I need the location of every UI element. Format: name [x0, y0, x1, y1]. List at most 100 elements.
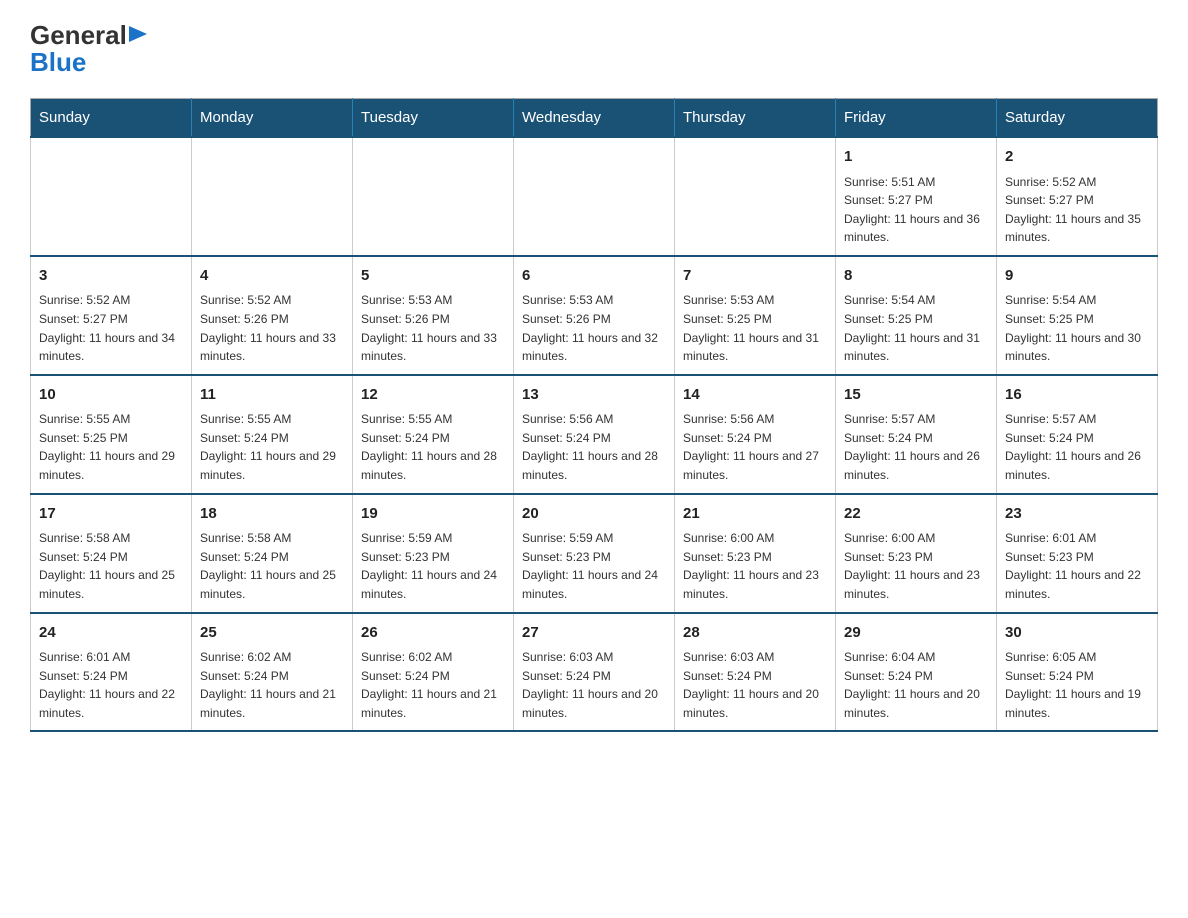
calendar-week-row: 1 Sunrise: 5:51 AM Sunset: 5:27 PM Daylig…	[31, 137, 1158, 256]
day-number: 18	[200, 503, 344, 526]
day-number: 17	[39, 503, 183, 526]
calendar-cell: 15 Sunrise: 5:57 AM Sunset: 5:24 PM Dayli…	[836, 375, 997, 494]
header-friday: Friday	[836, 99, 997, 138]
calendar-cell: 4 Sunrise: 5:52 AM Sunset: 5:26 PM Daylig…	[192, 256, 353, 375]
calendar-cell: 29 Sunrise: 6:04 AM Sunset: 5:24 PM Dayli…	[836, 613, 997, 732]
day-number: 28	[683, 622, 827, 645]
calendar-cell: 12 Sunrise: 5:55 AM Sunset: 5:24 PM Dayli…	[353, 375, 514, 494]
day-number: 9	[1005, 265, 1149, 288]
calendar-cell: 8 Sunrise: 5:54 AM Sunset: 5:25 PM Daylig…	[836, 256, 997, 375]
day-info: Sunrise: 5:58 AM Sunset: 5:24 PM Dayligh…	[39, 529, 183, 603]
calendar-cell	[675, 137, 836, 256]
calendar-cell: 28 Sunrise: 6:03 AM Sunset: 5:24 PM Dayli…	[675, 613, 836, 732]
day-info: Sunrise: 5:53 AM Sunset: 5:26 PM Dayligh…	[361, 291, 505, 365]
day-number: 3	[39, 265, 183, 288]
day-number: 24	[39, 622, 183, 645]
day-info: Sunrise: 6:05 AM Sunset: 5:24 PM Dayligh…	[1005, 648, 1149, 722]
day-number: 8	[844, 265, 988, 288]
day-info: Sunrise: 5:55 AM Sunset: 5:24 PM Dayligh…	[200, 410, 344, 484]
header-wednesday: Wednesday	[514, 99, 675, 138]
header-saturday: Saturday	[997, 99, 1158, 138]
day-number: 14	[683, 384, 827, 407]
calendar-cell: 25 Sunrise: 6:02 AM Sunset: 5:24 PM Dayli…	[192, 613, 353, 732]
day-info: Sunrise: 5:57 AM Sunset: 5:24 PM Dayligh…	[1005, 410, 1149, 484]
calendar-cell: 19Sunrise: 5:59 AM Sunset: 5:23 PM Dayli…	[353, 494, 514, 613]
day-info: Sunrise: 5:57 AM Sunset: 5:24 PM Dayligh…	[844, 410, 988, 484]
day-number: 7	[683, 265, 827, 288]
calendar-cell: 11Sunrise: 5:55 AM Sunset: 5:24 PM Dayli…	[192, 375, 353, 494]
day-info: Sunrise: 6:03 AM Sunset: 5:24 PM Dayligh…	[683, 648, 827, 722]
calendar-cell: 26 Sunrise: 6:02 AM Sunset: 5:24 PM Dayli…	[353, 613, 514, 732]
day-info: Sunrise: 6:04 AM Sunset: 5:24 PM Dayligh…	[844, 648, 988, 722]
calendar-week-row: 17 Sunrise: 5:58 AM Sunset: 5:24 PM Dayli…	[31, 494, 1158, 613]
calendar-cell: 20 Sunrise: 5:59 AM Sunset: 5:23 PM Dayli…	[514, 494, 675, 613]
day-info: Sunrise: 5:56 AM Sunset: 5:24 PM Dayligh…	[683, 410, 827, 484]
calendar-table: SundayMondayTuesdayWednesdayThursdayFrid…	[30, 98, 1158, 732]
day-info: Sunrise: 5:53 AM Sunset: 5:25 PM Dayligh…	[683, 291, 827, 365]
day-info: Sunrise: 5:58 AM Sunset: 5:24 PM Dayligh…	[200, 529, 344, 603]
day-info: Sunrise: 6:02 AM Sunset: 5:24 PM Dayligh…	[200, 648, 344, 722]
calendar-cell: 2 Sunrise: 5:52 AM Sunset: 5:27 PM Daylig…	[997, 137, 1158, 256]
day-number: 4	[200, 265, 344, 288]
calendar-cell: 27 Sunrise: 6:03 AM Sunset: 5:24 PM Dayli…	[514, 613, 675, 732]
day-number: 15	[844, 384, 988, 407]
calendar-cell: 14 Sunrise: 5:56 AM Sunset: 5:24 PM Dayli…	[675, 375, 836, 494]
calendar-week-row: 10 Sunrise: 5:55 AM Sunset: 5:25 PM Dayli…	[31, 375, 1158, 494]
day-number: 22	[844, 503, 988, 526]
day-number: 21	[683, 503, 827, 526]
header-tuesday: Tuesday	[353, 99, 514, 138]
day-info: Sunrise: 6:01 AM Sunset: 5:24 PM Dayligh…	[39, 648, 183, 722]
calendar-week-row: 24 Sunrise: 6:01 AM Sunset: 5:24 PM Dayli…	[31, 613, 1158, 732]
day-info: Sunrise: 6:00 AM Sunset: 5:23 PM Dayligh…	[683, 529, 827, 603]
day-info: Sunrise: 5:54 AM Sunset: 5:25 PM Dayligh…	[1005, 291, 1149, 365]
header-sunday: Sunday	[31, 99, 192, 138]
day-info: Sunrise: 6:02 AM Sunset: 5:24 PM Dayligh…	[361, 648, 505, 722]
day-number: 27	[522, 622, 666, 645]
day-info: Sunrise: 5:56 AM Sunset: 5:24 PM Dayligh…	[522, 410, 666, 484]
day-number: 29	[844, 622, 988, 645]
calendar-cell: 13Sunrise: 5:56 AM Sunset: 5:24 PM Dayli…	[514, 375, 675, 494]
header-thursday: Thursday	[675, 99, 836, 138]
day-info: Sunrise: 6:03 AM Sunset: 5:24 PM Dayligh…	[522, 648, 666, 722]
calendar-cell: 17 Sunrise: 5:58 AM Sunset: 5:24 PM Dayli…	[31, 494, 192, 613]
calendar-cell: 18 Sunrise: 5:58 AM Sunset: 5:24 PM Dayli…	[192, 494, 353, 613]
day-number: 25	[200, 622, 344, 645]
calendar-cell	[353, 137, 514, 256]
logo: General Blue	[30, 20, 151, 78]
day-number: 20	[522, 503, 666, 526]
day-number: 2	[1005, 146, 1149, 169]
calendar-cell: 3 Sunrise: 5:52 AM Sunset: 5:27 PM Daylig…	[31, 256, 192, 375]
calendar-cell: 30 Sunrise: 6:05 AM Sunset: 5:24 PM Dayli…	[997, 613, 1158, 732]
calendar-cell: 10 Sunrise: 5:55 AM Sunset: 5:25 PM Dayli…	[31, 375, 192, 494]
logo-blue-text: Blue	[30, 47, 86, 78]
header-monday: Monday	[192, 99, 353, 138]
day-info: Sunrise: 6:01 AM Sunset: 5:23 PM Dayligh…	[1005, 529, 1149, 603]
day-number: 19	[361, 503, 505, 526]
calendar-cell: 22Sunrise: 6:00 AM Sunset: 5:23 PM Dayli…	[836, 494, 997, 613]
calendar-cell	[192, 137, 353, 256]
day-info: Sunrise: 5:54 AM Sunset: 5:25 PM Dayligh…	[844, 291, 988, 365]
day-info: Sunrise: 5:53 AM Sunset: 5:26 PM Dayligh…	[522, 291, 666, 365]
logo-triangle-icon	[129, 26, 151, 48]
day-info: Sunrise: 5:52 AM Sunset: 5:26 PM Dayligh…	[200, 291, 344, 365]
calendar-cell: 23Sunrise: 6:01 AM Sunset: 5:23 PM Dayli…	[997, 494, 1158, 613]
day-info: Sunrise: 5:59 AM Sunset: 5:23 PM Dayligh…	[522, 529, 666, 603]
day-info: Sunrise: 5:55 AM Sunset: 5:25 PM Dayligh…	[39, 410, 183, 484]
calendar-cell: 7 Sunrise: 5:53 AM Sunset: 5:25 PM Daylig…	[675, 256, 836, 375]
day-info: Sunrise: 5:51 AM Sunset: 5:27 PM Dayligh…	[844, 173, 988, 247]
day-info: Sunrise: 5:55 AM Sunset: 5:24 PM Dayligh…	[361, 410, 505, 484]
calendar-cell	[514, 137, 675, 256]
day-number: 10	[39, 384, 183, 407]
day-number: 6	[522, 265, 666, 288]
day-number: 26	[361, 622, 505, 645]
calendar-cell: 1 Sunrise: 5:51 AM Sunset: 5:27 PM Daylig…	[836, 137, 997, 256]
day-info: Sunrise: 5:52 AM Sunset: 5:27 PM Dayligh…	[39, 291, 183, 365]
day-number: 16	[1005, 384, 1149, 407]
calendar-cell: 21 Sunrise: 6:00 AM Sunset: 5:23 PM Dayli…	[675, 494, 836, 613]
day-number: 30	[1005, 622, 1149, 645]
day-info: Sunrise: 5:52 AM Sunset: 5:27 PM Dayligh…	[1005, 173, 1149, 247]
day-number: 12	[361, 384, 505, 407]
day-number: 1	[844, 146, 988, 169]
calendar-week-row: 3 Sunrise: 5:52 AM Sunset: 5:27 PM Daylig…	[31, 256, 1158, 375]
calendar-cell: 16 Sunrise: 5:57 AM Sunset: 5:24 PM Dayli…	[997, 375, 1158, 494]
